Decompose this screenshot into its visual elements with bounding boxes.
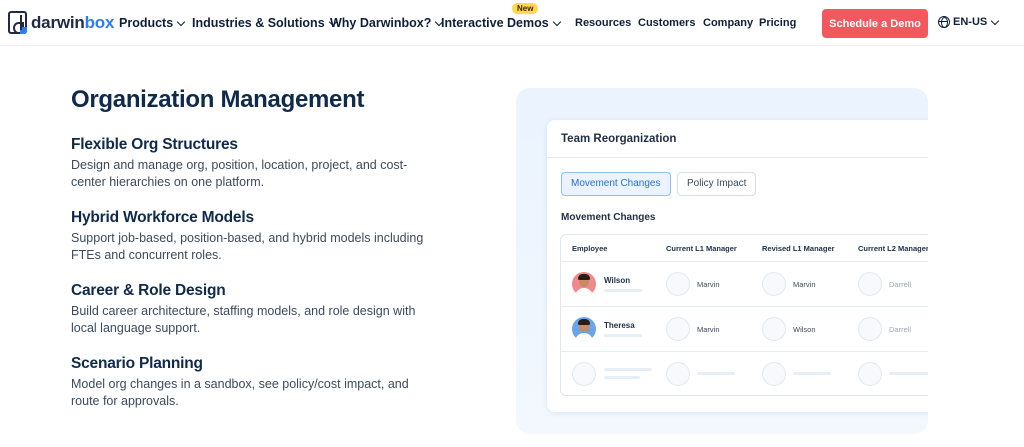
avatar-placeholder	[572, 362, 596, 386]
column-header-revised-l1: Revised L1 Manager	[762, 244, 835, 253]
placeholder-line	[604, 334, 642, 337]
column-header-current-l1: Current L1 Manager	[666, 244, 737, 253]
movement-changes-table: Employee Current L1 Manager Revised L1 M…	[560, 234, 928, 396]
avatar	[572, 317, 596, 341]
feature-title: Career & Role Design	[71, 282, 226, 299]
current-l1-manager: Marvin	[697, 325, 720, 334]
feature-scenario-planning: Scenario Planning Model org changes in a…	[71, 355, 431, 410]
divider	[561, 261, 928, 262]
chevron-down-icon	[552, 17, 561, 26]
nav-industries-label: Industries & Solutions	[192, 16, 325, 30]
placeholder-line	[697, 372, 735, 375]
nav-products[interactable]: Products	[119, 16, 186, 30]
feature-description: Design and manage org, position, locatio…	[71, 158, 408, 189]
tab-movement-changes[interactable]: Movement Changes	[561, 172, 671, 196]
feature-title: Scenario Planning	[71, 355, 203, 372]
feature-description: Build career architecture, staffing mode…	[71, 304, 416, 335]
language-label: EN-US	[953, 16, 988, 28]
top-navigation: darwinbox Products Industries & Solution…	[0, 0, 1024, 46]
feature-career-role: Career & Role Design Build career archit…	[71, 282, 431, 337]
darwinbox-logo[interactable]: darwinbox	[8, 11, 114, 34]
divider	[547, 157, 928, 158]
avatar-placeholder	[666, 317, 690, 341]
revised-l1-manager: Marvin	[793, 280, 816, 289]
avatar-placeholder	[762, 317, 786, 341]
employee-name: Wilson	[604, 276, 631, 285]
placeholder-line	[793, 372, 831, 375]
chevron-down-icon	[176, 17, 186, 26]
feature-description: Support job-based, position-based, and h…	[71, 231, 424, 262]
avatar-placeholder	[858, 362, 882, 386]
avatar-placeholder	[858, 317, 882, 341]
feature-hybrid-workforce: Hybrid Workforce Models Support job-base…	[71, 209, 431, 264]
team-reorganization-card: Team Reorganization Movement Changes Pol…	[547, 120, 928, 412]
feature-description: Model org changes in a sandbox, see poli…	[71, 377, 409, 408]
nav-why-label: Why Darwinbox?	[330, 16, 432, 30]
feature-title: Flexible Org Structures	[71, 136, 238, 153]
nav-products-label: Products	[119, 16, 174, 30]
avatar-placeholder	[762, 362, 786, 386]
product-preview-panel: Team Reorganization Movement Changes Pol…	[516, 88, 928, 434]
feature-flexible-org: Flexible Org Structures Design and manag…	[71, 136, 431, 191]
nav-customers[interactable]: Customers	[638, 17, 695, 29]
logo-icon	[8, 11, 27, 34]
divider	[561, 351, 928, 352]
card-title: Team Reorganization	[561, 133, 677, 145]
nav-why-darwinbox[interactable]: Why Darwinbox?	[330, 16, 444, 30]
nav-demos-label: Interactive Demos	[441, 16, 549, 30]
avatar-placeholder	[666, 362, 690, 386]
section-title: Movement Changes	[561, 212, 656, 223]
divider	[561, 306, 928, 307]
page-title: Organization Management	[71, 86, 365, 113]
nav-pricing[interactable]: Pricing	[759, 17, 796, 29]
placeholder-line	[889, 372, 928, 375]
nav-industries-solutions[interactable]: Industries & Solutions	[192, 16, 337, 30]
chevron-down-icon	[990, 16, 1000, 25]
new-badge: New	[512, 3, 539, 14]
current-l2-manager: Darrell	[889, 280, 912, 289]
nav-interactive-demos[interactable]: Interactive Demos	[441, 16, 561, 30]
language-selector[interactable]: EN-US	[938, 16, 1000, 28]
revised-l1-manager: Wilson	[793, 325, 816, 334]
placeholder-line	[604, 368, 652, 371]
column-header-current-l2: Current L2 Manager	[858, 244, 928, 253]
current-l2-manager: Darrell	[889, 325, 912, 334]
logo-text-prefix: darwin	[31, 12, 85, 32]
placeholder-line	[604, 376, 640, 379]
schedule-demo-button[interactable]: Schedule a Demo	[822, 9, 928, 38]
tab-policy-impact[interactable]: Policy Impact	[677, 172, 757, 196]
nav-company[interactable]: Company	[703, 17, 753, 29]
nav-resources[interactable]: Resources	[575, 17, 631, 29]
current-l1-manager: Marvin	[697, 280, 720, 289]
column-header-employee: Employee	[572, 244, 608, 253]
logo-text-suffix: box	[84, 12, 115, 32]
feature-title: Hybrid Workforce Models	[71, 209, 254, 226]
placeholder-line	[604, 289, 642, 292]
globe-icon	[938, 16, 950, 28]
avatar-placeholder	[762, 272, 786, 296]
employee-name: Theresa	[604, 321, 635, 330]
avatar-placeholder	[666, 272, 690, 296]
avatar	[572, 272, 596, 296]
avatar-placeholder	[858, 272, 882, 296]
